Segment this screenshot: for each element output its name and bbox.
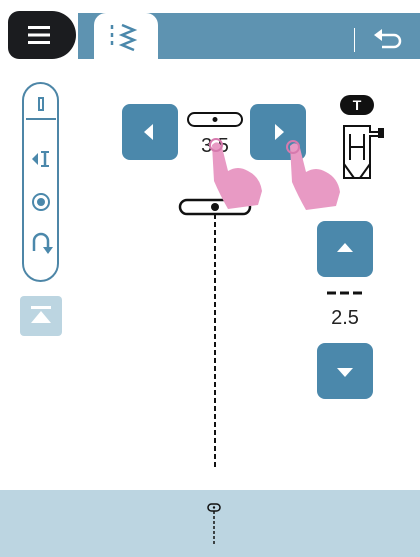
stitch-length-value: 2.5 [331, 307, 359, 329]
reverse-stitch-icon [32, 232, 53, 254]
arrow-up-icon [337, 243, 353, 252]
length-increase-button[interactable] [317, 221, 373, 277]
length-decrease-button[interactable] [317, 343, 373, 399]
menu-button[interactable] [8, 11, 76, 59]
mirror-flip-icon [31, 306, 51, 323]
stitch-thumbnail-icon [207, 503, 221, 546]
tab-stitch[interactable] [94, 13, 158, 60]
arrow-left-icon [144, 124, 153, 140]
length-indicator-icon [325, 290, 367, 296]
toolbar-divider [26, 118, 56, 120]
presser-foot-badge: T [340, 95, 374, 115]
undo-button[interactable] [370, 22, 410, 52]
stitch-preview [176, 195, 256, 485]
arrow-down-icon [337, 368, 353, 377]
left-align-button[interactable] [26, 146, 56, 172]
mirror-button[interactable] [20, 296, 62, 336]
zigzag-stitch-icon [110, 23, 138, 52]
left-align-icon [32, 151, 49, 167]
presser-foot-icon[interactable] [336, 120, 388, 182]
needle-position-button[interactable] [26, 92, 56, 118]
hamburger-menu-icon [28, 26, 50, 44]
single-stitch-button[interactable] [26, 189, 56, 215]
touch-hand-icon [198, 135, 268, 210]
header-divider [354, 28, 355, 52]
needle-position-icon [38, 97, 44, 111]
top-bar [0, 0, 420, 60]
width-decrease-button[interactable] [122, 104, 178, 160]
undo-icon [374, 29, 402, 49]
reverse-stitch-button[interactable] [26, 229, 56, 257]
single-stitch-icon [32, 193, 50, 211]
bottom-bar [0, 490, 420, 557]
width-indicator-icon [186, 110, 244, 130]
